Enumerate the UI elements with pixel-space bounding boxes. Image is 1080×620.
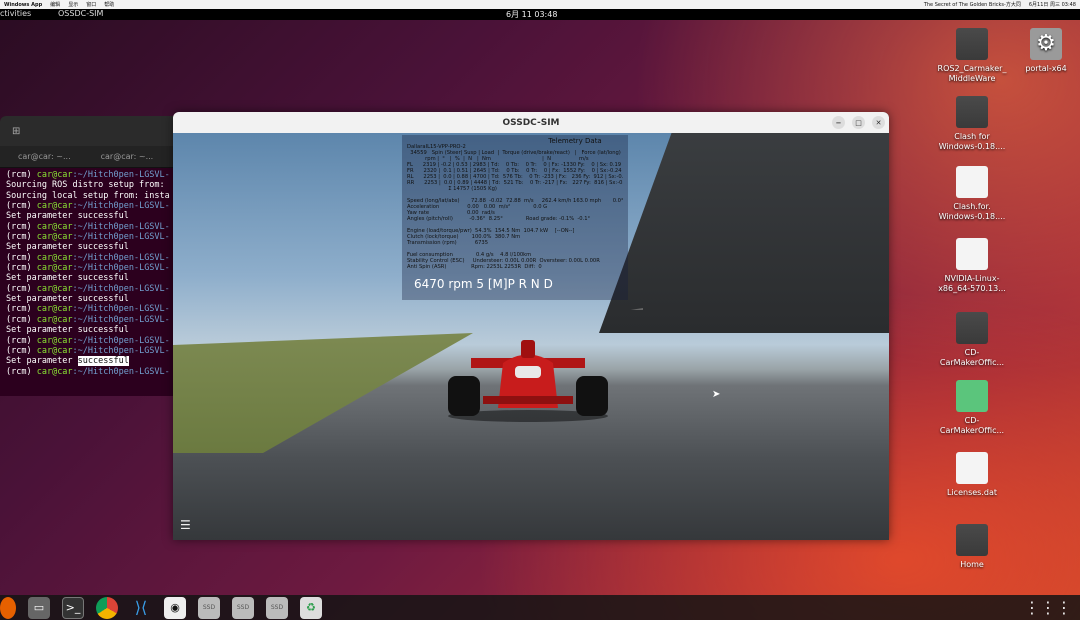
- terminal-line: (rcm) car@car:~/Hitch0pen-LGSVL-: [6, 263, 170, 274]
- ssd-icon[interactable]: SSD: [198, 596, 220, 619]
- hud-line: Anti Spin (ASR) Rpm: 2253L 2253R Diff: 0: [407, 264, 542, 270]
- hud-lines: DallaraIL15-VPP-PRO-2 34559 Spin (Steer|…: [407, 144, 623, 270]
- terminal-output[interactable]: (rcm) car@car:~/Hitch0pen-LGSVL- Sourcing…: [0, 168, 176, 379]
- new-tab-icon[interactable]: ⊞: [12, 126, 20, 137]
- terminal-line: (rcm) car@car:~/Hitch0pen-LGSVL-: [6, 345, 170, 356]
- grandstand: [599, 133, 889, 333]
- desktop-icon[interactable]: Licenses.dat: [932, 452, 1012, 498]
- telemetry-hud: Telemetry Data DallaraIL15-VPP-PRO-2 345…: [402, 135, 628, 300]
- terminal-tab[interactable]: car@car: ~...: [18, 152, 71, 161]
- trash-icon[interactable]: ♻: [300, 596, 322, 619]
- track-grass: [173, 333, 473, 453]
- terminal-line: (rcm) car@car:~/Hitch0pen-LGSVL-: [6, 366, 170, 377]
- desktop-icon-label: Clash.for. Windows-0.18....: [938, 202, 1006, 221]
- topbar-clock[interactable]: 6月 11 03:48: [506, 9, 557, 20]
- mac-menubar: Windows App 编辑 显示 窗口 帮助 The Secret of Th…: [0, 0, 1080, 9]
- desktop-icon[interactable]: ROS2_Carmaker_ MiddleWare: [932, 28, 1012, 84]
- desktop-icon[interactable]: CD- CarMakerOffic...: [932, 312, 1012, 368]
- show-apps-icon[interactable]: ⋮⋮⋮: [1024, 598, 1072, 617]
- race-car: [448, 340, 608, 422]
- terminal-tabs: car@car: ~... car@car: ~...: [0, 146, 176, 168]
- terminal-window[interactable]: ⊞ car@car: ~... car@car: ~... (rcm) car@…: [0, 116, 176, 396]
- terminal-tab[interactable]: car@car: ~...: [101, 152, 154, 161]
- folder-icon: [956, 524, 988, 556]
- desktop-icon[interactable]: Home: [932, 524, 1012, 570]
- terminal-line: Set parameter successful: [6, 273, 129, 284]
- terminal-line: (rcm) car@car:~/Hitch0pen-LGSVL-: [6, 170, 170, 180]
- ubuntu-topbar: ctivities OSSDC-SIM 6月 11 03:48: [0, 9, 1080, 20]
- script-icon: [956, 238, 988, 270]
- terminal-header: ⊞: [0, 116, 176, 146]
- terminal-line: (rcm) car@car:~/Hitch0pen-LGSVL-: [6, 232, 170, 243]
- rpm-gear-readout: 6470 rpm 5 [M]P R N D: [414, 277, 553, 291]
- desktop-icon-label: portal-x64: [1025, 64, 1067, 73]
- firefox-icon[interactable]: [0, 596, 16, 619]
- close-icon[interactable]: ✕: [872, 116, 885, 129]
- ssd-icon[interactable]: SSD: [232, 596, 254, 619]
- terminal-line: (rcm) car@car:~/Hitch0pen-LGSVL-: [6, 221, 170, 232]
- sim-titlebar[interactable]: OSSDC-SIM − □ ✕: [173, 112, 889, 133]
- terminal-line: Set parameter successful: [6, 242, 129, 253]
- terminal-line: Set parameter successful: [6, 356, 129, 367]
- now-playing[interactable]: The Secret of The Golden Bricks-方大同: [924, 1, 1021, 8]
- terminal-line: Set parameter successful: [6, 211, 129, 222]
- folder-icon: [956, 312, 988, 344]
- desktop-icon-label: Home: [960, 560, 984, 569]
- desktop-icon[interactable]: Clash for Windows-0.18....: [932, 96, 1012, 152]
- terminal-line: (rcm) car@car:~/Hitch0pen-LGSVL-: [6, 304, 170, 315]
- terminal-line: (rcm) car@car:~/Hitch0pen-LGSVL-: [6, 283, 170, 294]
- menu-icon[interactable]: ☰: [180, 518, 191, 532]
- terminal-line: (rcm) car@car:~/Hitch0pen-LGSVL-: [6, 314, 170, 325]
- files-icon[interactable]: ▭: [28, 596, 50, 619]
- terminal-line: Sourcing local setup from: insta: [6, 190, 170, 201]
- activities-button[interactable]: ctivities: [0, 9, 31, 18]
- ssd-icon[interactable]: SSD: [266, 596, 288, 619]
- desktop-icon-label: Licenses.dat: [947, 488, 997, 497]
- mouse-cursor-icon: ➤: [712, 389, 721, 400]
- desktop-icon-label: ROS2_Carmaker_ MiddleWare: [937, 64, 1007, 83]
- terminal-line: (rcm) car@car:~/Hitch0pen-LGSVL-: [6, 335, 170, 346]
- sim-window-title: OSSDC-SIM: [502, 117, 560, 128]
- desktop-icon[interactable]: NVIDIA-Linux- x86_64-570.13...: [932, 238, 1012, 294]
- terminal-line: Sourcing ROS distro setup from:: [6, 180, 165, 191]
- zipdoc-icon: [956, 166, 988, 198]
- doc-icon: [956, 452, 988, 484]
- terminal-line: Set parameter successful: [6, 294, 129, 305]
- dock: ▭ >_ ⟩⟨ ◉ SSD SSD SSD ♻: [0, 595, 1080, 620]
- desktop-icon[interactable]: CD- CarMakerOffic...: [932, 380, 1012, 436]
- sim-viewport[interactable]: Telemetry Data DallaraIL15-VPP-PRO-2 345…: [173, 133, 889, 540]
- mac-menu-window[interactable]: 窗口: [86, 1, 96, 8]
- terminal-line: (rcm) car@car:~/Hitch0pen-LGSVL-: [6, 201, 170, 212]
- folder-icon: [956, 28, 988, 60]
- desktop-icon-label: CD- CarMakerOffic...: [939, 416, 1005, 435]
- folder-icon: [956, 96, 988, 128]
- terminal-line: (rcm) car@car:~/Hitch0pen-LGSVL-: [6, 252, 170, 263]
- ossdc-icon[interactable]: ◉: [164, 596, 186, 619]
- vscode-icon[interactable]: ⟩⟨: [130, 597, 152, 619]
- mac-menu-view[interactable]: 显示: [68, 1, 78, 8]
- maximize-icon[interactable]: □: [852, 116, 865, 129]
- terminal-icon[interactable]: >_: [62, 596, 84, 619]
- chrome-icon[interactable]: [96, 596, 118, 619]
- mac-clock[interactable]: 6月11日 周三 03:48: [1029, 1, 1076, 8]
- active-app-label[interactable]: OSSDC-SIM: [58, 9, 103, 18]
- desktop-icon[interactable]: ⚙ portal-x64: [1006, 28, 1080, 74]
- desktop-icon-label: Clash for Windows-0.18....: [938, 132, 1006, 151]
- minimize-icon[interactable]: −: [832, 116, 845, 129]
- desktop-icon-label: CD- CarMakerOffic...: [939, 348, 1005, 367]
- mac-app-name[interactable]: Windows App: [4, 2, 42, 8]
- gear-icon: ⚙: [1030, 28, 1062, 60]
- mac-menu-edit[interactable]: 编辑: [50, 1, 60, 8]
- desktop-icon[interactable]: Clash.for. Windows-0.18....: [932, 166, 1012, 222]
- zip-icon: [956, 380, 988, 412]
- terminal-line: Set parameter successful: [6, 325, 129, 336]
- desktop-icon-label: NVIDIA-Linux- x86_64-570.13...: [938, 274, 1006, 293]
- ossdc-sim-window[interactable]: OSSDC-SIM − □ ✕ Telemetry Data DallaraIL…: [173, 112, 889, 540]
- mac-menu-help[interactable]: 帮助: [104, 1, 114, 8]
